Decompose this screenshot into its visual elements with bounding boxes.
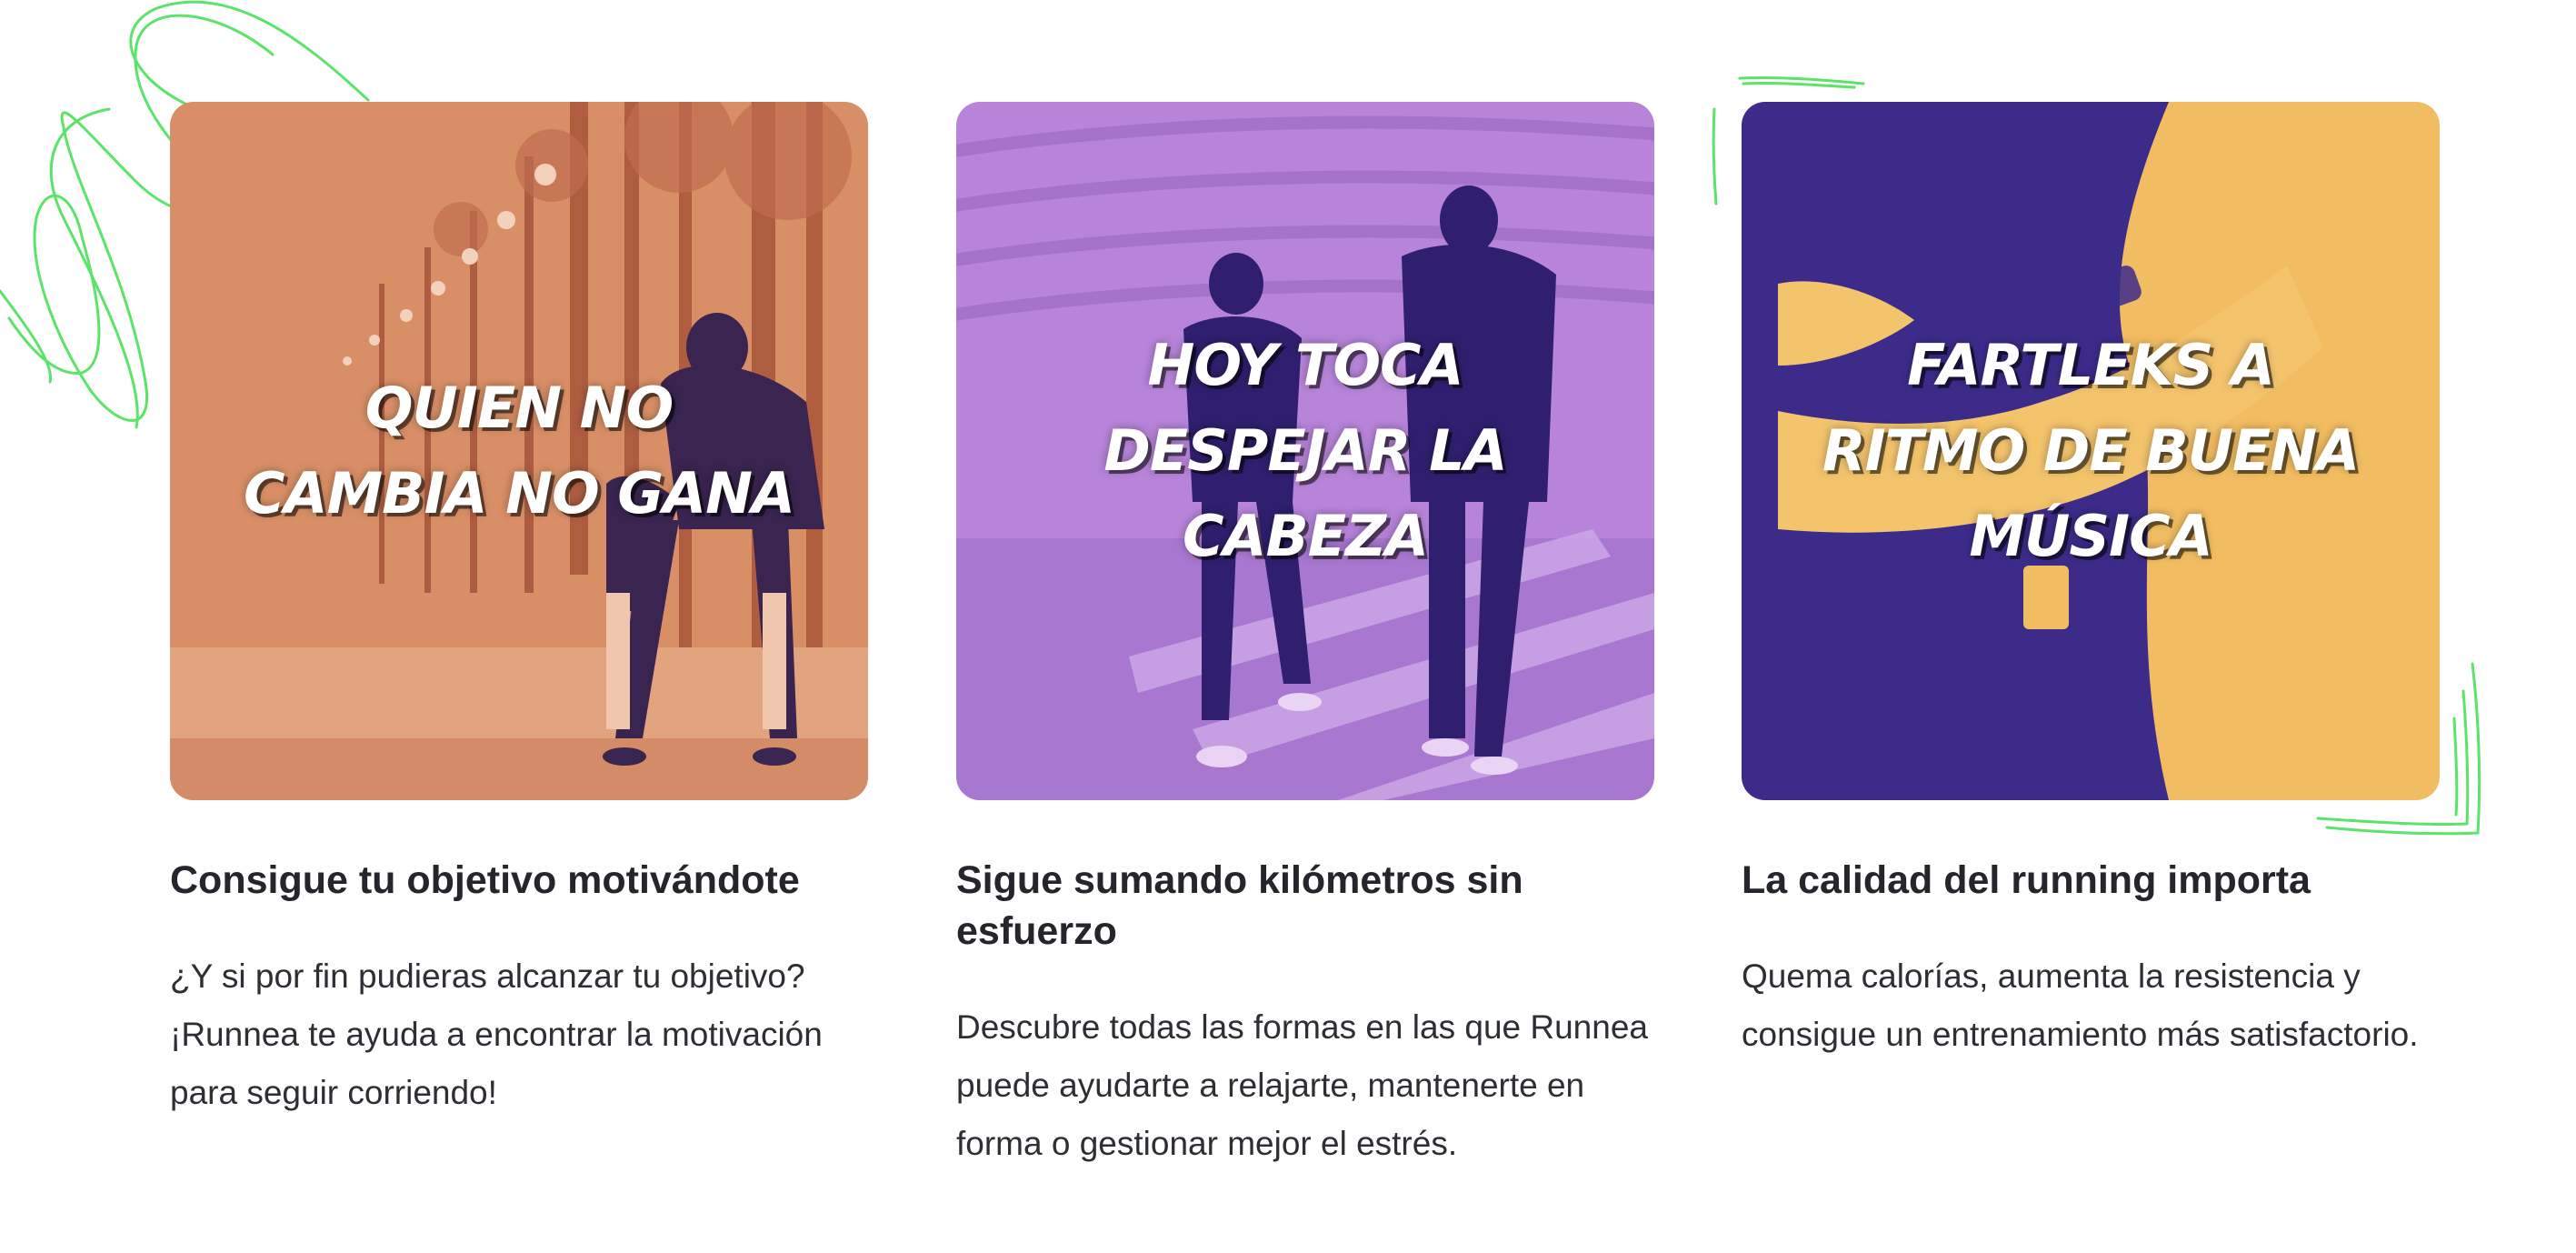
card-image-motivation: QUIEN NO CAMBIA NO GANA [170, 102, 868, 800]
image-headline: QUIEN NO CAMBIA NO GANA [244, 375, 795, 526]
card-description: Descubre todas las formas en las que Run… [956, 1008, 1648, 1162]
card-description: Quema calorías, aumenta la resistencia y… [1742, 957, 2419, 1053]
feature-card-motivation[interactable]: QUIEN NO CAMBIA NO GANA Consigue tu obje… [170, 102, 868, 1122]
image-headline: FARTLEKS A RITMO DE BUENA MÚSICA [1822, 332, 2360, 569]
card-title[interactable]: Consigue tu objetivo motivándote [170, 855, 868, 906]
card-description: ¿Y si por fin pudieras alcanzar tu objet… [170, 957, 823, 1111]
card-title[interactable]: La calidad del running importa [1742, 855, 2440, 906]
card-title[interactable]: Sigue sumando kilómetros sin esfuerzo [956, 855, 1654, 957]
card-image-relax: HOY TOCA DESPEJAR LA CABEZA [956, 102, 1654, 800]
image-headline-container: QUIEN NO CAMBIA NO GANA [170, 102, 868, 800]
image-headline-container: FARTLEKS A RITMO DE BUENA MÚSICA [1742, 102, 2440, 800]
image-headline: HOY TOCA DESPEJAR LA CABEZA [1103, 332, 1507, 569]
feature-card-music[interactable]: FARTLEKS A RITMO DE BUENA MÚSICA La cali… [1742, 102, 2440, 1064]
feature-card-relax[interactable]: HOY TOCA DESPEJAR LA CABEZA Sigue sumand… [956, 102, 1654, 1173]
card-image-music: FARTLEKS A RITMO DE BUENA MÚSICA [1742, 102, 2440, 800]
image-headline-container: HOY TOCA DESPEJAR LA CABEZA [956, 102, 1654, 800]
